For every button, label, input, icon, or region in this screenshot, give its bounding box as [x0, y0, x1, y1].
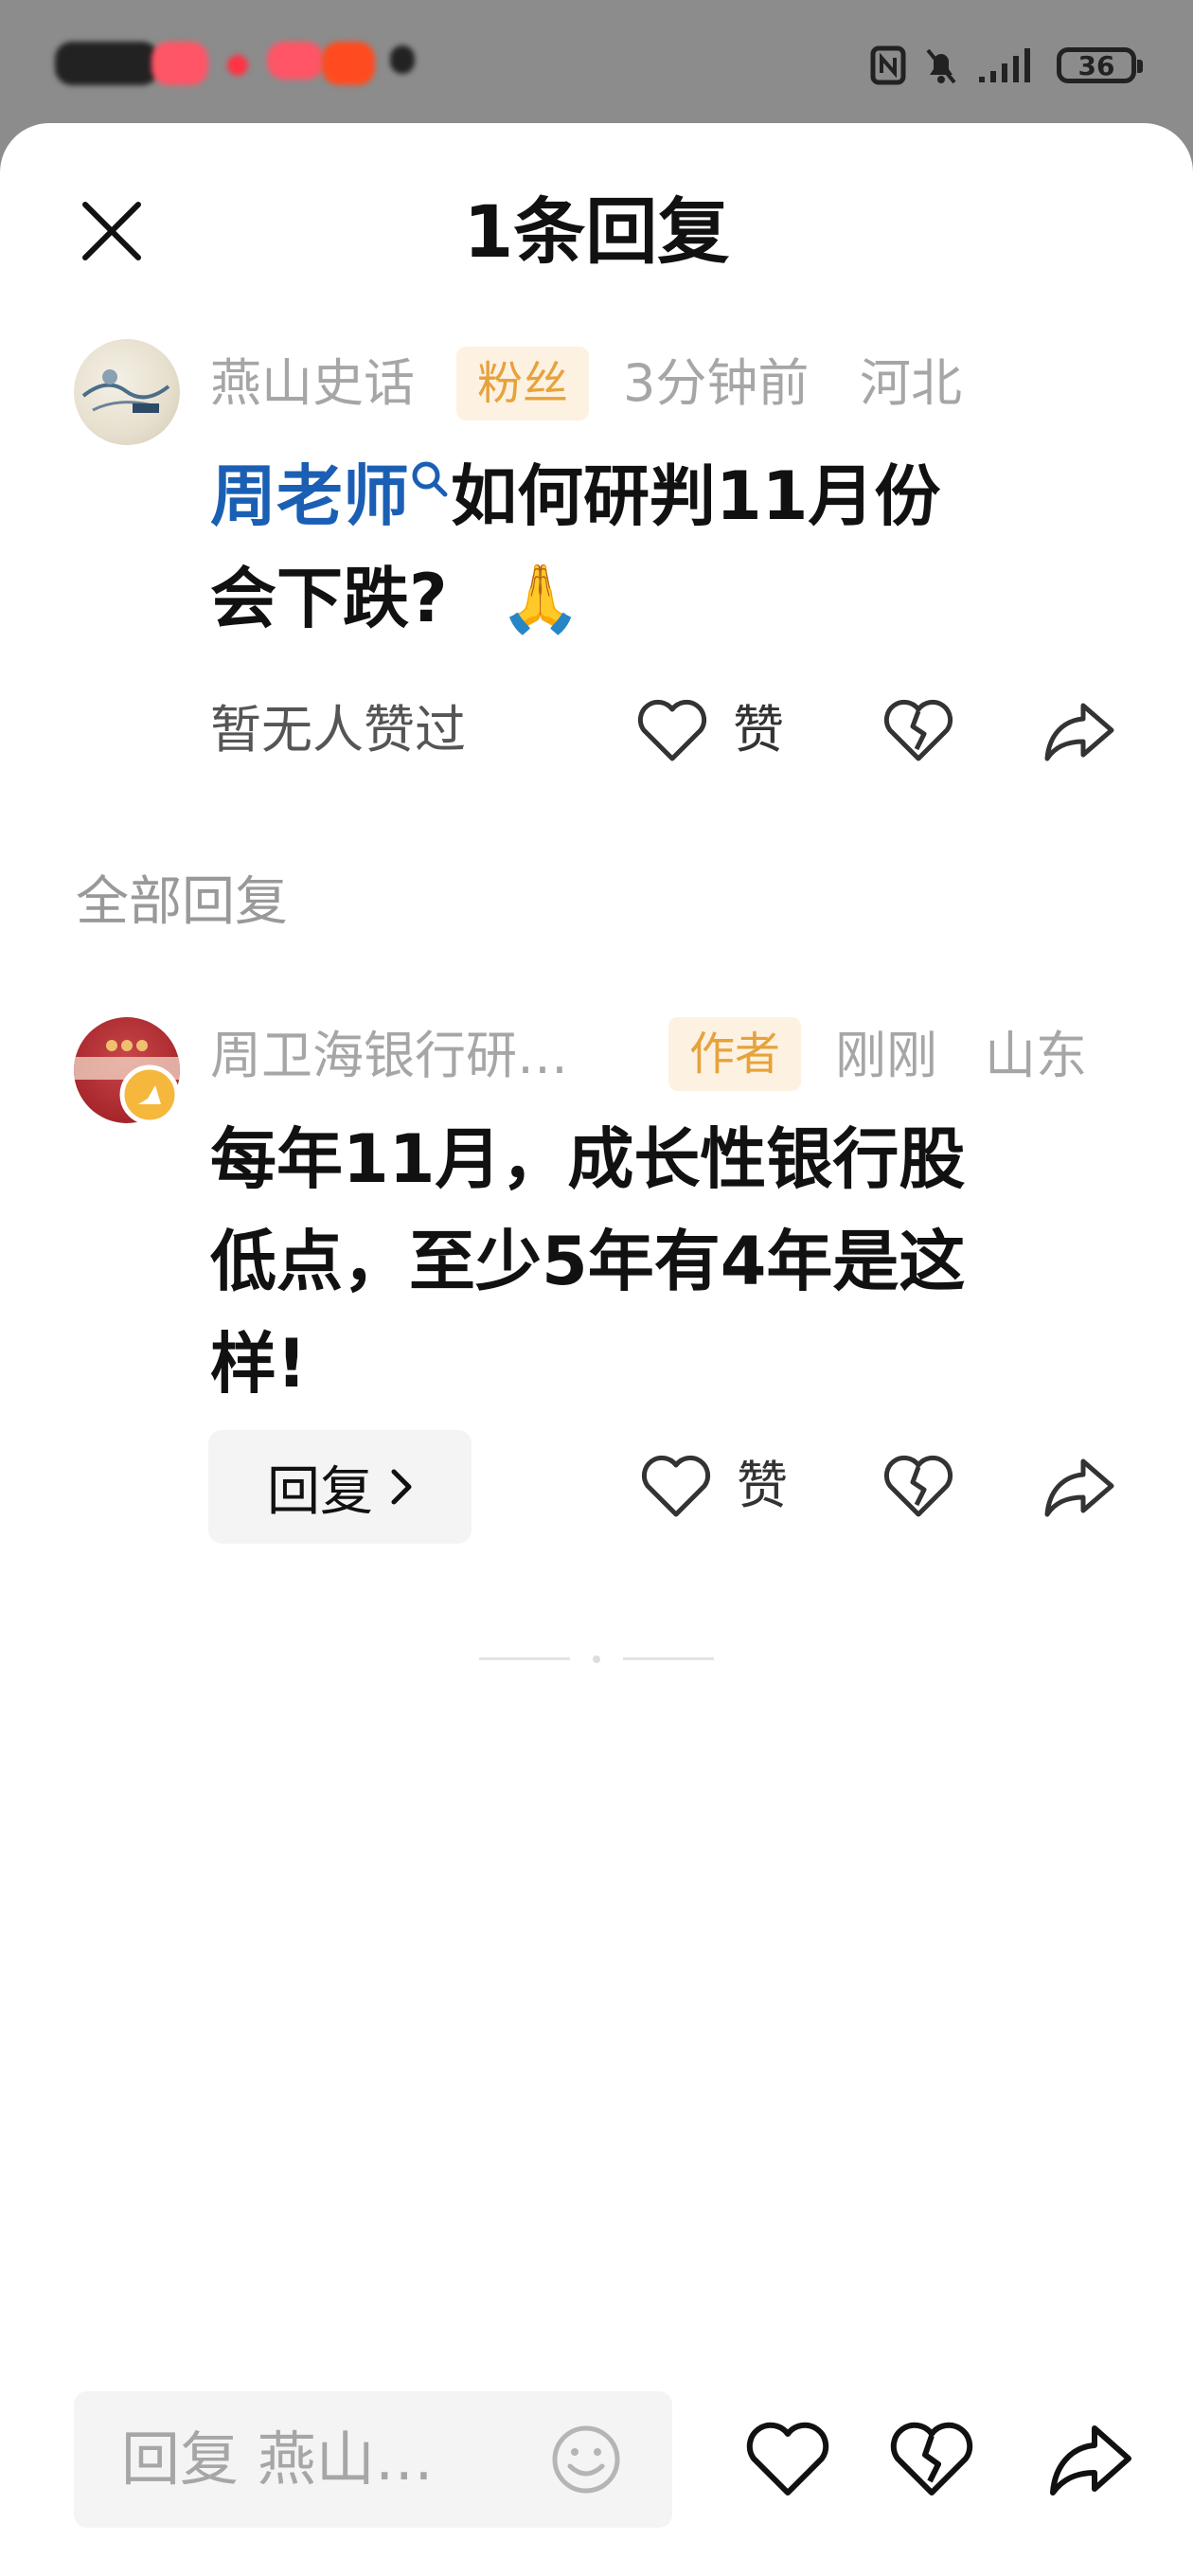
status-left-blurred-red	[151, 42, 208, 85]
dislike-broken-heart-icon[interactable]	[890, 2421, 973, 2498]
comment-time: 3分钟前	[623, 353, 810, 413]
reply-line-1: 每年11月，成长性银行股	[210, 1120, 966, 1198]
status-left-blurred	[55, 42, 159, 85]
reply-button-label: 回复	[267, 1460, 373, 1523]
fan-badge: 粉丝	[456, 347, 590, 420]
comment-content: 周老师 如何研判11月份 会下跌? 🙏	[210, 445, 1081, 650]
reply-line-3: 样!	[210, 1325, 307, 1403]
comment-text-1: 如何研判11月份	[451, 457, 941, 535]
reply-time: 刚刚	[835, 1026, 937, 1085]
status-left-blurred-red2	[267, 42, 324, 80]
status-bar: 36	[0, 0, 1193, 123]
mention-link[interactable]: 周老师	[210, 457, 409, 535]
avatar[interactable]	[74, 339, 180, 445]
comment-author[interactable]: 燕山史话	[210, 350, 415, 417]
reply-input-placeholder: 回复 燕山…	[121, 2424, 434, 2494]
reply-location: 山东	[985, 1026, 1087, 1085]
battery-indicator: 36	[1057, 47, 1143, 83]
end-divider-left	[479, 1657, 570, 1660]
status-left-blurred-dot	[227, 55, 248, 76]
nfc-icon	[870, 45, 906, 85]
status-left-blurred-orange	[322, 42, 375, 85]
like-heart-icon[interactable]	[636, 698, 708, 764]
reply-author[interactable]: 周卫海银行研…	[210, 1023, 568, 1089]
status-icons: 36	[869, 42, 1143, 89]
dislike-broken-heart-icon[interactable]	[882, 698, 954, 764]
comment-text-2: 会下跌?	[210, 560, 448, 637]
smiley-icon[interactable]	[549, 2423, 623, 2496]
search-icon	[412, 461, 448, 497]
page-title: 1条回复	[463, 189, 730, 274]
status-left-blurred-shield	[390, 45, 415, 74]
comment-line-1: 周老师 如何研判11月份	[210, 445, 1081, 547]
like-label[interactable]: 赞	[737, 1453, 788, 1519]
all-replies-title: 全部回复	[76, 871, 288, 933]
bell-muted-icon	[926, 48, 956, 84]
reply-line-2: 低点，至少5年有4年是这	[210, 1223, 966, 1300]
like-label[interactable]: 赞	[733, 697, 784, 763]
verified-badge-icon	[119, 1064, 180, 1125]
comment-line-2: 会下跌? 🙏	[210, 547, 1081, 650]
pray-emoji: 🙏	[498, 560, 582, 637]
likes-status: 暂无人赞过	[210, 700, 466, 760]
share-icon[interactable]	[1047, 2421, 1134, 2498]
reply-input[interactable]: 回复 燕山…	[74, 2391, 672, 2528]
comment-location: 河北	[860, 353, 962, 413]
avatar-art	[81, 369, 170, 413]
reply-content: 每年11月，成长性银行股 低点，至少5年有4年是这 样!	[210, 1108, 1081, 1415]
reply-button[interactable]: 回复	[208, 1430, 472, 1544]
end-divider-right	[623, 1657, 714, 1660]
author-badge: 作者	[668, 1017, 802, 1091]
share-icon[interactable]	[1042, 698, 1117, 764]
share-icon[interactable]	[1042, 1454, 1117, 1520]
signal-icon	[979, 48, 1030, 82]
chevron-right-icon	[391, 1469, 412, 1505]
like-heart-icon[interactable]	[640, 1454, 712, 1520]
end-divider-dot	[593, 1655, 600, 1663]
dislike-broken-heart-icon[interactable]	[882, 1454, 954, 1520]
like-heart-icon[interactable]	[746, 2421, 829, 2498]
